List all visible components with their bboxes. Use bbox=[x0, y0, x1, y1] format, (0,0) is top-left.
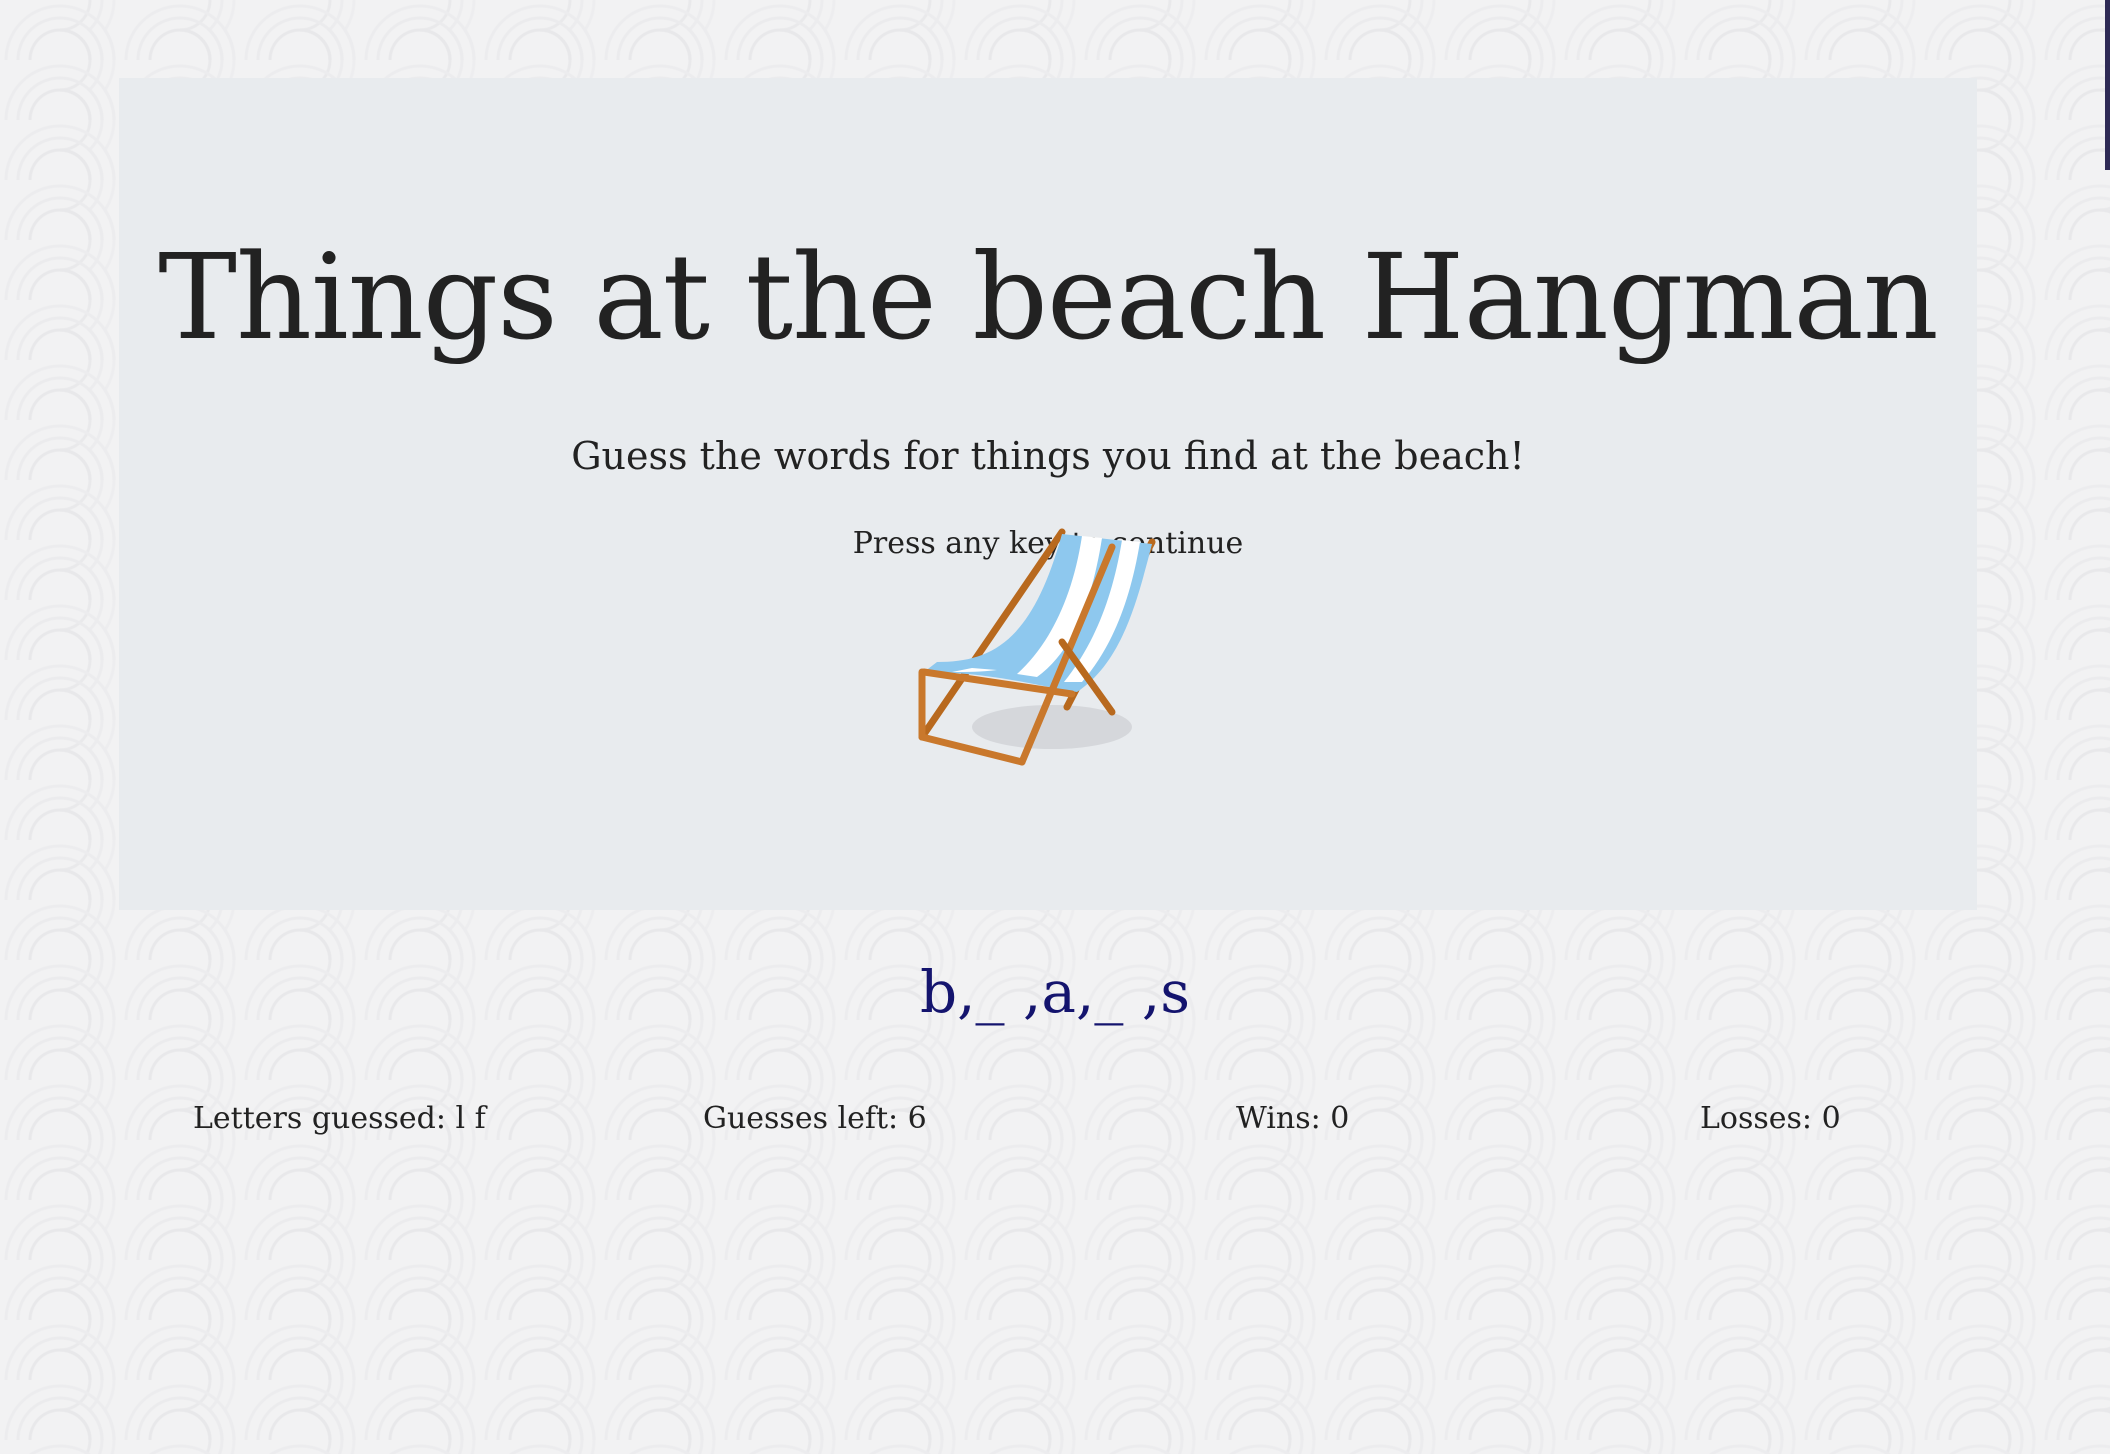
losses-count: Losses: 0 bbox=[1700, 1101, 1841, 1136]
page-title: Things at the beach Hangman bbox=[158, 228, 1938, 366]
letters-guessed: Letters guessed: l f bbox=[193, 1101, 486, 1136]
guesses-left: Guesses left: 6 bbox=[703, 1101, 927, 1136]
window-edge bbox=[2105, 0, 2110, 170]
header-panel: Things at the beach Hangman Guess the wo… bbox=[119, 78, 1977, 910]
word-display: b,_ ,a,_ ,s bbox=[919, 958, 1191, 1026]
page-subtitle: Guess the words for things you find at t… bbox=[571, 434, 1525, 478]
wins-count: Wins: 0 bbox=[1236, 1101, 1350, 1136]
stats-bar: Letters guessed: l f Guesses left: 6 Win… bbox=[0, 1101, 2110, 1151]
beach-chair-icon bbox=[918, 528, 1156, 766]
